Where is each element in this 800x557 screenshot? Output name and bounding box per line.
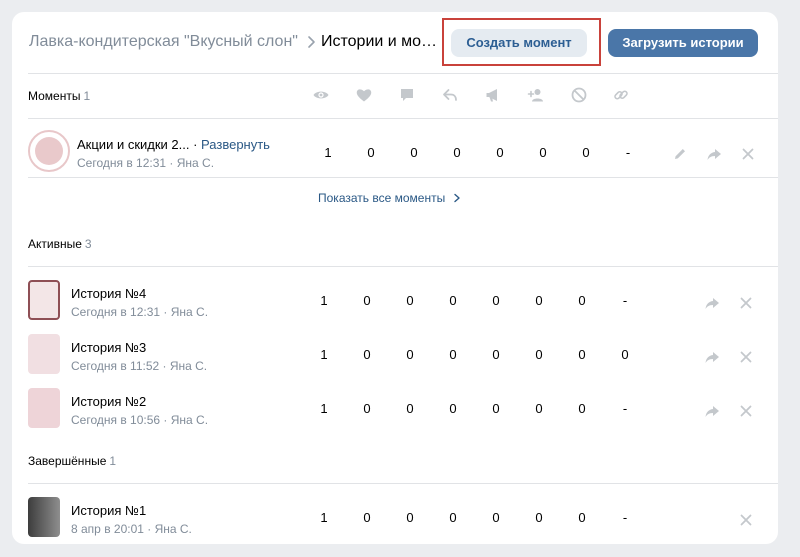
stat-likes: 0 [363, 293, 371, 308]
divider [28, 73, 778, 74]
stat-comments: 0 [406, 293, 414, 308]
divider [28, 177, 778, 178]
stat-link-clicks: - [622, 293, 628, 308]
moment-thumbnail [28, 130, 70, 172]
chevron-right-icon [308, 36, 315, 48]
stories-panel: Лавка-кондитерская "Вкусный слон" Истори… [12, 12, 778, 544]
block-icon [571, 87, 587, 103]
stat-shares: 0 [492, 510, 500, 525]
delete-icon[interactable] [738, 512, 754, 528]
divider [28, 266, 778, 267]
stat-replies: 0 [449, 401, 457, 416]
stat-link-clicks: - [622, 510, 628, 525]
heart-icon [356, 89, 372, 102]
breadcrumb-community[interactable]: Лавка-кондитерская "Вкусный слон" [29, 33, 298, 51]
reply-icon [443, 89, 457, 101]
story-title: История №4 [71, 286, 147, 301]
story-title: История №1 [71, 503, 147, 518]
stat-shares: 0 [496, 145, 504, 160]
story-subtitle: Сегодня в 11:52 · Яна С. [71, 359, 208, 373]
stat-shares: 0 [492, 347, 500, 362]
story-row[interactable]: История №2 Сегодня в 10:56 · Яна С. 1 0 … [12, 386, 778, 440]
story-title: История №2 [71, 394, 147, 409]
stat-comments: 0 [406, 510, 414, 525]
stat-shares: 0 [492, 401, 500, 416]
story-thumbnail [28, 497, 60, 537]
stat-views: 1 [320, 401, 328, 416]
stat-link-clicks: - [625, 145, 631, 160]
stat-likes: 0 [363, 510, 371, 525]
stat-subscribers: 0 [535, 347, 543, 362]
stat-hidden: 0 [578, 401, 586, 416]
delete-icon[interactable] [738, 295, 754, 311]
story-row[interactable]: История №3 Сегодня в 11:52 · Яна С. 1 0 … [12, 332, 778, 386]
eye-icon [313, 91, 329, 99]
stat-hidden: 0 [578, 347, 586, 362]
divider [28, 118, 778, 119]
stat-subscribers: 0 [535, 401, 543, 416]
story-subtitle: 8 апр в 20:01 · Яна С. [71, 522, 192, 536]
section-active-title: Активные 3 [28, 237, 92, 251]
stat-views: 1 [320, 510, 328, 525]
stat-replies: 0 [453, 145, 461, 160]
show-all-moments-link[interactable]: Показать все моменты [318, 191, 462, 205]
section-finished-title: Завершённые 1 [28, 454, 117, 468]
stat-shares: 0 [492, 293, 500, 308]
edit-icon[interactable] [672, 146, 688, 162]
divider [28, 483, 778, 484]
delete-icon[interactable] [738, 403, 754, 419]
stat-comments: 0 [406, 401, 414, 416]
moment-subtitle: Сегодня в 12:31 · Яна С. [77, 156, 215, 170]
link-icon [614, 90, 628, 100]
story-subtitle: Сегодня в 10:56 · Яна С. [71, 413, 209, 427]
expand-link[interactable]: Развернуть [201, 137, 270, 152]
share-icon[interactable] [704, 403, 720, 419]
stat-likes: 0 [363, 401, 371, 416]
story-row[interactable]: История №1 8 апр в 20:01 · Яна С. 1 0 0 … [12, 495, 778, 544]
stat-subscribers: 0 [535, 510, 543, 525]
stat-link-clicks: 0 [621, 347, 629, 362]
delete-icon[interactable] [740, 146, 756, 162]
stat-views: 1 [320, 347, 328, 362]
header: Лавка-кондитерская "Вкусный слон" Истори… [12, 12, 778, 74]
stat-hidden: 0 [578, 510, 586, 525]
story-subtitle: Сегодня в 12:31 · Яна С. [71, 305, 209, 319]
story-thumbnail [28, 388, 60, 428]
stat-subscribers: 0 [535, 293, 543, 308]
column-headers [12, 86, 778, 106]
page-title: Истории и моменты [321, 33, 443, 50]
share-icon[interactable] [706, 146, 722, 162]
moment-row[interactable]: Акции и скидки 2... · Развернуть Сегодня… [12, 130, 778, 184]
chevron-right-icon [453, 193, 460, 203]
story-thumbnail [28, 280, 60, 320]
stat-comments: 0 [410, 145, 418, 160]
stat-subscribers: 0 [539, 145, 547, 160]
stat-replies: 0 [449, 510, 457, 525]
add-user-icon [527, 89, 543, 102]
comment-icon [401, 89, 413, 101]
stat-replies: 0 [449, 293, 457, 308]
stat-views: 1 [324, 145, 332, 160]
upload-stories-button[interactable]: Загрузить истории [608, 29, 758, 57]
delete-icon[interactable] [738, 349, 754, 365]
share-icon[interactable] [704, 349, 720, 365]
stat-likes: 0 [363, 347, 371, 362]
moment-title: Акции и скидки 2... · Развернуть [77, 137, 270, 152]
stat-replies: 0 [449, 347, 457, 362]
create-moment-button[interactable]: Создать момент [451, 29, 587, 57]
stat-comments: 0 [406, 347, 414, 362]
stat-hidden: 0 [578, 293, 586, 308]
stat-likes: 0 [367, 145, 375, 160]
stat-link-clicks: - [622, 401, 628, 416]
megaphone-icon [486, 89, 497, 102]
story-thumbnail [28, 334, 60, 374]
stat-hidden: 0 [582, 145, 590, 160]
stat-views: 1 [320, 293, 328, 308]
story-row[interactable]: История №4 Сегодня в 12:31 · Яна С. 1 0 … [12, 278, 778, 332]
share-icon[interactable] [704, 295, 720, 311]
story-title: История №3 [71, 340, 147, 355]
